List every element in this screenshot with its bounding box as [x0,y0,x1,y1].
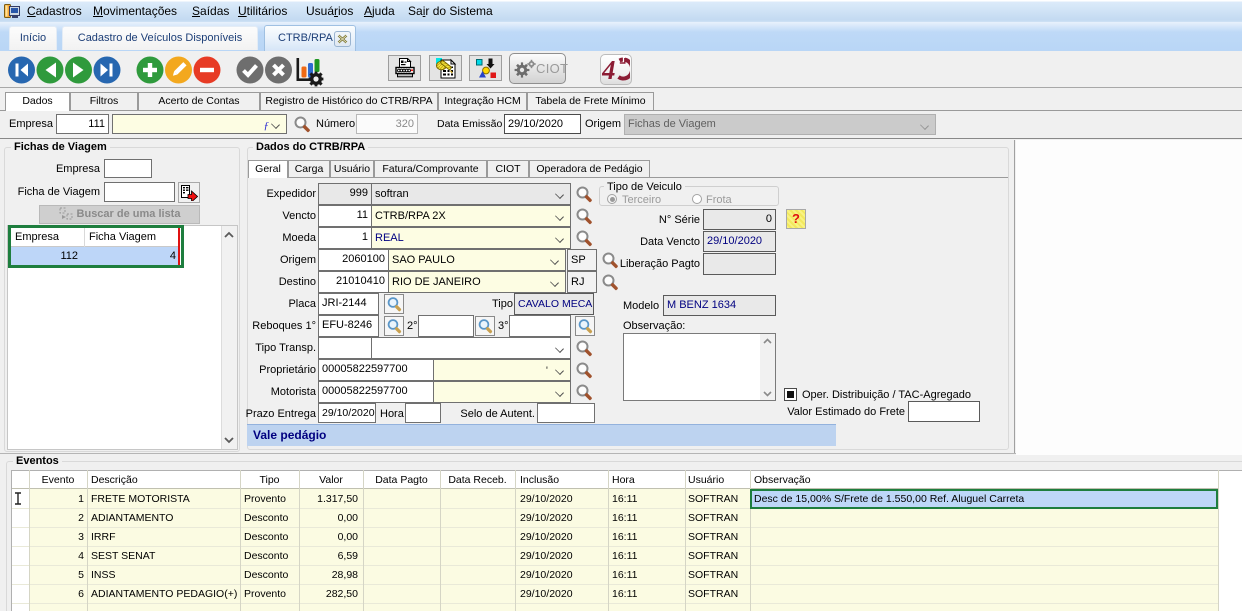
svg-text:4: 4 [602,56,616,83]
